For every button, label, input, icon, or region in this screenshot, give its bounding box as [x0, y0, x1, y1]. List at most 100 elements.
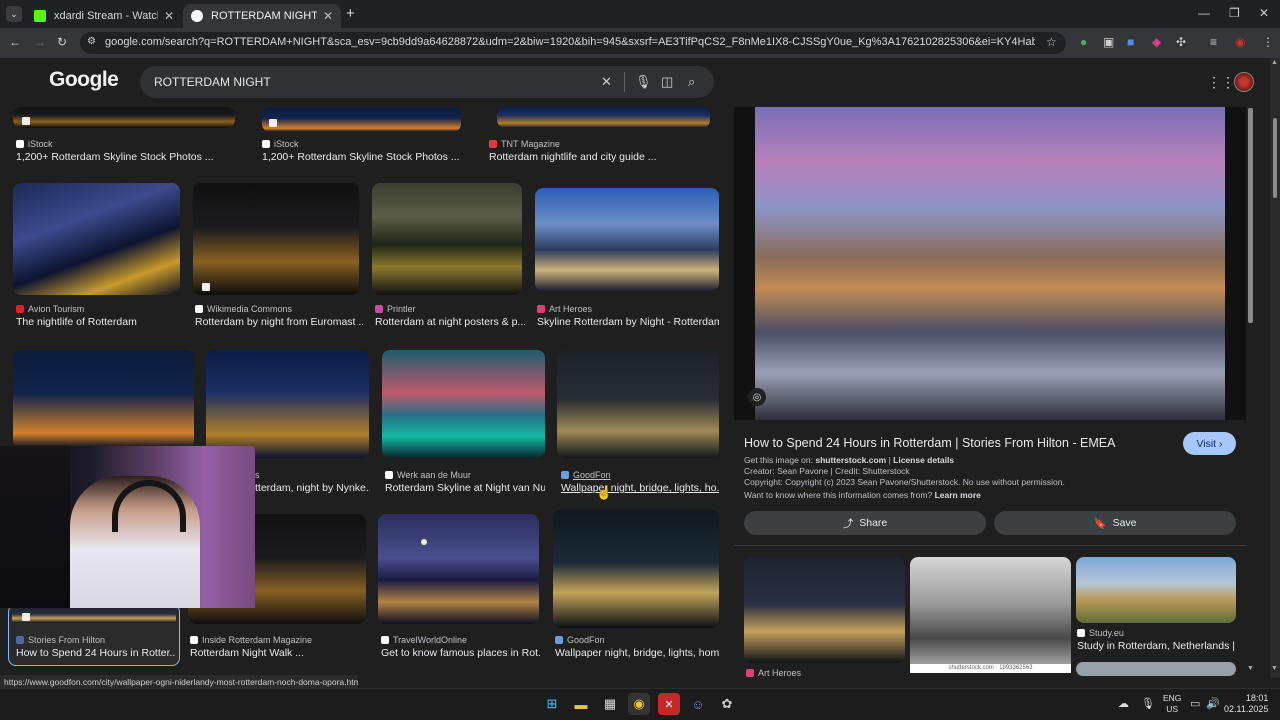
result-caption[interactable]: Wallpaper night, bridge, lights, ho... [561, 482, 719, 494]
result-caption[interactable]: Rotterdam by night from Euromast ... [195, 316, 363, 328]
browser-menu-icon[interactable]: ⋮ [1262, 35, 1274, 49]
result-source[interactable]: Avion Tourism [16, 304, 84, 314]
panel-scrollbar-thumb[interactable] [1248, 108, 1253, 323]
lens-search-icon[interactable]: ◫ [661, 74, 673, 90]
source-site-link[interactable]: shutterstock.com [815, 455, 886, 465]
extension-icon[interactable]: ■ [1127, 35, 1134, 49]
microsoft-store-icon[interactable]: ▦ [599, 693, 621, 715]
related-source[interactable]: Art Heroes [746, 668, 801, 678]
lens-icon[interactable]: ◎ [748, 388, 766, 406]
windows-start-icon[interactable]: ⊞ [541, 693, 563, 715]
result-caption[interactable]: Rotterdam Night Walk ... [190, 647, 368, 659]
extension-icon[interactable]: ▣ [1103, 35, 1114, 49]
share-button[interactable]: ⤴ Share [744, 511, 986, 535]
volume-icon[interactable]: 🔊 [1206, 697, 1220, 710]
reload-icon[interactable]: ↻ [57, 35, 67, 49]
result-source[interactable]: Werk aan de Muur [385, 470, 471, 480]
preview-title[interactable]: How to Spend 24 Hours in Rotterdam | Sto… [744, 436, 1115, 450]
close-tab-icon[interactable]: ✕ [164, 9, 174, 23]
preview-image[interactable] [755, 107, 1225, 420]
result-source[interactable]: TNT Magazine [489, 139, 560, 149]
panel-scroll-down-icon[interactable]: ▼ [1247, 665, 1254, 672]
save-button[interactable]: 🔖 Save [994, 511, 1236, 535]
image-result-thumb[interactable] [382, 350, 545, 458]
result-source[interactable]: s [255, 470, 260, 480]
scroll-up-icon[interactable]: ▲ [1271, 59, 1278, 66]
image-result-thumb[interactable] [557, 350, 719, 458]
voice-search-icon[interactable]: 🎙 [635, 74, 652, 90]
extension-icon[interactable]: ● [1080, 35, 1087, 49]
profile-avatar-icon[interactable]: ◉ [1235, 35, 1245, 49]
result-source[interactable]: iStock [262, 139, 299, 149]
image-result-thumb[interactable] [262, 107, 461, 132]
search-input[interactable]: ROTTERDAM NIGHT [154, 75, 271, 89]
page-scrollbar-thumb[interactable] [1273, 118, 1277, 198]
account-avatar[interactable] [1234, 72, 1254, 92]
license-details-link[interactable]: License details [893, 455, 954, 465]
result-source[interactable]: iStock [16, 139, 53, 149]
new-tab-button[interactable]: + [346, 5, 355, 22]
image-result-thumb[interactable] [206, 350, 369, 458]
reading-list-icon[interactable]: ≡ [1210, 35, 1217, 49]
image-result-thumb[interactable] [12, 607, 176, 623]
result-caption[interactable]: Rotterdam at night posters & p... [375, 316, 525, 328]
result-caption[interactable]: tterdam, night by Nynke... [255, 482, 370, 494]
result-caption[interactable]: How to Spend 24 Hours in Rotter... [16, 647, 176, 659]
image-result-thumb[interactable] [193, 183, 359, 295]
image-result-thumb[interactable] [553, 510, 719, 628]
app-icon[interactable]: ✿ [716, 693, 738, 715]
image-result-thumb[interactable] [372, 183, 522, 295]
result-source[interactable]: Wikimedia Commons [195, 304, 292, 314]
result-source[interactable]: GoodFon [561, 470, 611, 480]
discord-icon[interactable]: ☺ [687, 693, 709, 715]
x-app-icon[interactable]: ✕ [658, 693, 680, 715]
url-text[interactable]: google.com/search?q=ROTTERDAM+NIGHT&sca_… [105, 36, 1035, 48]
tab-search-button[interactable]: ⌄ [6, 6, 22, 22]
related-image-thumb[interactable] [1076, 662, 1236, 676]
scroll-down-icon[interactable]: ▼ [1271, 665, 1278, 672]
result-caption[interactable]: Wallpaper night, bridge, lights, hom... [555, 647, 719, 659]
search-icon[interactable]: ⌕ [688, 74, 695, 90]
tab-kick-stream[interactable]: xdardi Stream - Watch Live on K ✕ [26, 4, 182, 28]
restore-icon[interactable]: ❐ [1229, 6, 1240, 20]
learn-more-link[interactable]: Learn more [935, 490, 981, 500]
minimize-icon[interactable]: — [1198, 6, 1210, 20]
related-image-thumb[interactable] [1076, 557, 1236, 623]
related-caption[interactable]: Study in Rotterdam, Netherlands | ... [1077, 640, 1237, 652]
input-language[interactable]: ENG US [1163, 693, 1181, 715]
tab-google-search[interactable]: ROTTERDAM NIGHT - Google Se ✕ [183, 4, 341, 28]
chrome-icon[interactable]: ◉ [628, 693, 650, 715]
image-result-thumb[interactable] [13, 350, 194, 448]
result-caption[interactable]: Skyline Rotterdam by Night - Rotterdam..… [537, 316, 719, 328]
system-clock[interactable]: 18:01 02.11.2025 [1224, 693, 1268, 715]
related-source[interactable]: Study.eu [1077, 628, 1124, 638]
close-tab-icon[interactable]: ✕ [323, 9, 333, 23]
display-icon[interactable]: ▭ [1190, 697, 1200, 710]
image-result-thumb[interactable] [378, 514, 539, 624]
image-result-thumb[interactable] [13, 107, 235, 128]
result-caption[interactable]: 1,200+ Rotterdam Skyline Stock Photos ..… [262, 151, 482, 163]
back-icon[interactable]: ← [9, 35, 21, 49]
site-info-icon[interactable]: ⚙ [87, 36, 96, 47]
result-source[interactable]: GoodFon [555, 635, 605, 645]
image-result-thumb[interactable] [497, 107, 710, 128]
file-explorer-icon[interactable]: ▬ [570, 693, 592, 715]
clear-search-icon[interactable]: ✕ [601, 74, 612, 90]
image-result-thumb[interactable] [535, 188, 719, 291]
result-caption[interactable]: 1,200+ Rotterdam Skyline Stock Photos ..… [16, 151, 236, 163]
bookmark-star-icon[interactable]: ☆ [1046, 35, 1057, 49]
result-source[interactable]: TravelWorldOnline [381, 635, 467, 645]
forward-icon[interactable]: → [34, 35, 46, 49]
microphone-icon[interactable]: 🎙 [1141, 697, 1155, 710]
result-source[interactable]: Printler [375, 304, 416, 314]
apps-grid-icon[interactable]: ⋮⋮ [1207, 74, 1235, 91]
image-result-thumb[interactable] [13, 183, 180, 295]
google-logo[interactable]: Google [49, 68, 119, 92]
result-source[interactable]: Art Heroes [537, 304, 592, 314]
visit-button[interactable]: Visit › [1183, 432, 1236, 455]
result-source[interactable]: Stories From Hilton [16, 635, 105, 645]
extensions-puzzle-icon[interactable]: ✣ [1176, 35, 1186, 49]
related-image-thumb[interactable] [744, 557, 905, 663]
result-caption[interactable]: Rotterdam nightlife and city guide ... [489, 151, 709, 163]
onedrive-icon[interactable]: ☁ [1118, 697, 1129, 710]
